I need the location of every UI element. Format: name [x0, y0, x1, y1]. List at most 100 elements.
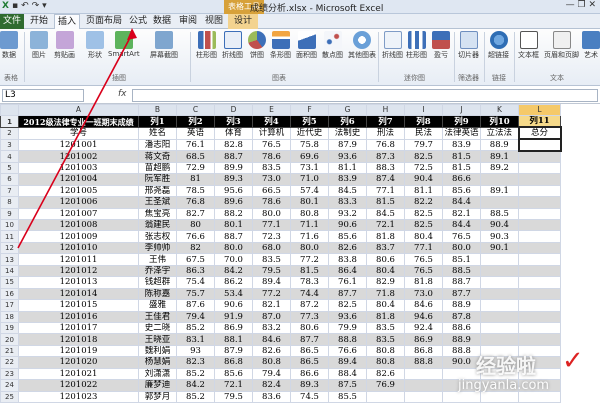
score-cell[interactable]: 87.2 [290, 299, 329, 312]
student-id-cell[interactable]: 1201002 [18, 150, 139, 163]
score-cell[interactable]: 78.6 [252, 150, 291, 163]
score-cell[interactable]: 75.7 [176, 287, 215, 301]
score-cell[interactable]: 89.2 [480, 161, 519, 175]
row-header[interactable]: 18 [0, 310, 19, 323]
student-id-cell[interactable]: 1201014 [18, 287, 139, 301]
score-cell[interactable]: 72.5 [404, 161, 443, 175]
other-charts-button[interactable]: 其他图表 [348, 31, 376, 60]
score-cell[interactable]: 93.2 [328, 207, 367, 221]
score-cell[interactable]: 95.6 [214, 184, 253, 198]
score-cell[interactable]: 80.0 [214, 241, 253, 255]
column-header[interactable]: D [214, 103, 253, 117]
score-cell[interactable]: 84.5 [328, 184, 367, 198]
row-header[interactable]: 21 [0, 344, 19, 358]
score-cell[interactable]: 81.1 [328, 161, 367, 175]
tab-view[interactable]: 视图 [202, 14, 226, 29]
student-id-cell[interactable]: 1201005 [18, 184, 139, 198]
student-id-cell[interactable]: 1201022 [18, 379, 139, 392]
score-cell[interactable]: 82.5 [328, 299, 367, 312]
score-cell[interactable] [480, 310, 519, 323]
slicer-button[interactable]: 切片器 [458, 31, 479, 60]
score-cell[interactable]: 82.1 [442, 207, 481, 221]
score-cell[interactable]: 80.8 [366, 356, 405, 369]
score-cell[interactable]: 74.4 [290, 287, 329, 301]
text-box-button[interactable]: 文本框 [518, 31, 539, 60]
student-name-cell[interactable]: 钱超群 [138, 276, 177, 289]
tab-insert[interactable]: 插入 [54, 14, 80, 29]
column-header[interactable]: F [290, 103, 329, 117]
score-cell[interactable]: 85.2 [176, 367, 215, 381]
row-header[interactable]: 20 [0, 333, 19, 346]
score-cell[interactable] [518, 310, 561, 323]
student-id-cell[interactable]: 1201013 [18, 276, 139, 289]
score-cell[interactable] [480, 276, 519, 289]
score-cell[interactable]: 83.3 [328, 196, 367, 209]
score-cell[interactable]: 82.8 [214, 138, 253, 152]
score-cell[interactable]: 76.9 [366, 379, 405, 392]
score-cell[interactable]: 90.4 [404, 173, 443, 186]
student-name-cell[interactable]: 乔泽宇 [138, 264, 177, 278]
score-cell[interactable]: 76.6 [328, 344, 367, 358]
formula-input[interactable] [132, 89, 598, 102]
score-cell[interactable]: 94.6 [404, 310, 443, 323]
insert-function-icon[interactable]: fx [118, 89, 127, 99]
score-cell[interactable]: 85.2 [176, 321, 215, 335]
row-header[interactable]: 25 [0, 390, 19, 403]
score-cell[interactable]: 86.6 [290, 367, 329, 381]
scatter-chart-button[interactable]: 散点图 [322, 31, 343, 60]
score-cell[interactable]: 88.8 [328, 333, 367, 346]
score-cell[interactable]: 90.6 [214, 299, 253, 312]
score-cell[interactable]: 79.7 [404, 138, 443, 152]
student-id-cell[interactable]: 1201007 [18, 207, 139, 221]
score-cell[interactable]: 93.6 [328, 310, 367, 323]
row-header[interactable]: 14 [0, 264, 19, 278]
score-cell[interactable]: 89.4 [252, 276, 291, 289]
score-cell[interactable]: 85.6 [328, 230, 367, 243]
window-controls[interactable]: — ❐ ✕ [566, 0, 596, 10]
student-name-cell[interactable]: 杨慧娟 [138, 356, 177, 369]
smartart-button[interactable]: SmartArt [108, 31, 140, 58]
student-id-cell[interactable]: 1201001 [18, 138, 139, 152]
score-cell[interactable]: 84.4 [442, 218, 481, 232]
student-id-cell[interactable]: 1201018 [18, 333, 139, 346]
picture-button[interactable]: 图片 [30, 31, 48, 60]
score-cell[interactable]: 78.5 [176, 184, 215, 198]
score-cell[interactable]: 90.6 [328, 218, 367, 232]
score-cell[interactable]: 83.5 [252, 253, 291, 266]
row-header[interactable]: 3 [0, 138, 19, 152]
score-cell[interactable]: 83.6 [252, 390, 291, 403]
score-cell[interactable]: 80.4 [366, 264, 405, 278]
score-cell[interactable] [518, 173, 561, 186]
score-cell[interactable] [480, 333, 519, 346]
row-header[interactable]: 15 [0, 276, 19, 289]
name-box[interactable]: L3 [2, 89, 84, 102]
score-cell[interactable]: 79.5 [214, 390, 253, 403]
score-cell[interactable]: 88.3 [366, 161, 405, 175]
score-cell[interactable]: 88.5 [480, 207, 519, 221]
tab-design[interactable]: 设计 [228, 14, 258, 29]
score-cell[interactable]: 67.5 [176, 253, 215, 266]
score-cell[interactable]: 83.5 [366, 321, 405, 335]
score-cell[interactable]: 83.8 [328, 253, 367, 266]
score-cell[interactable]: 84.6 [252, 333, 291, 346]
score-cell[interactable]: 90.4 [480, 218, 519, 232]
score-cell[interactable]: 72.3 [252, 230, 291, 243]
score-cell[interactable] [518, 333, 561, 346]
student-name-cell[interactable]: 蒋文奇 [138, 150, 177, 163]
score-cell[interactable]: 86.9 [214, 321, 253, 335]
score-cell[interactable] [517, 138, 562, 152]
score-cell[interactable]: 66.5 [252, 184, 291, 198]
score-cell[interactable]: 88.1 [214, 333, 253, 346]
score-cell[interactable]: 75.4 [176, 276, 215, 289]
score-cell[interactable]: 77.1 [252, 218, 291, 232]
score-cell[interactable]: 80.8 [290, 207, 329, 221]
score-cell[interactable]: 72.1 [214, 379, 253, 392]
score-cell[interactable]: 84.2 [176, 379, 215, 392]
score-cell[interactable]: 69.6 [290, 150, 329, 163]
score-cell[interactable]: 87.9 [328, 138, 367, 152]
score-cell[interactable] [518, 264, 561, 278]
score-cell[interactable]: 80 [176, 218, 215, 232]
score-cell[interactable]: 85.6 [442, 184, 481, 198]
column-header[interactable]: H [366, 103, 405, 117]
column-header[interactable]: J [442, 103, 481, 117]
